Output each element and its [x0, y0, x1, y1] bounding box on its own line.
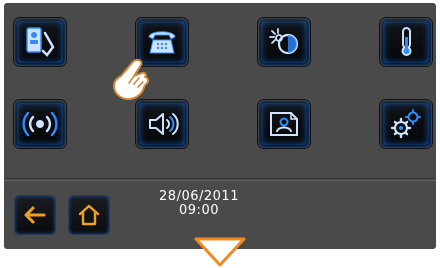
pointing-hand-icon [113, 59, 150, 101]
telephone-icon [148, 31, 176, 54]
alarm-button[interactable] [14, 100, 66, 148]
lights-scenario-icon [269, 28, 299, 55]
date-label: 28/06/2011 [159, 189, 239, 204]
contacts-button[interactable] [258, 100, 310, 148]
footer-divider [4, 178, 436, 181]
time-label: 09:00 [179, 203, 219, 218]
videophone-icon [26, 27, 55, 57]
videophone-button[interactable] [14, 18, 66, 66]
home-button[interactable] [68, 195, 110, 235]
volume-button[interactable] [136, 100, 188, 148]
alarm-icon [22, 111, 58, 137]
gears-settings-icon [390, 109, 421, 139]
contact-card-icon [270, 112, 298, 136]
down-triangle-icon[interactable] [193, 236, 247, 268]
settings-button[interactable] [380, 100, 432, 148]
date-time-display: 28/06/2011 09:00 [140, 190, 258, 218]
thermostat-button[interactable] [380, 18, 432, 66]
home-icon [78, 204, 100, 226]
speaker-volume-icon [149, 113, 179, 135]
thermometer-icon [401, 27, 412, 56]
back-button[interactable] [14, 195, 56, 235]
back-arrow-icon [24, 206, 46, 224]
lights-scenario-button[interactable] [258, 18, 310, 66]
